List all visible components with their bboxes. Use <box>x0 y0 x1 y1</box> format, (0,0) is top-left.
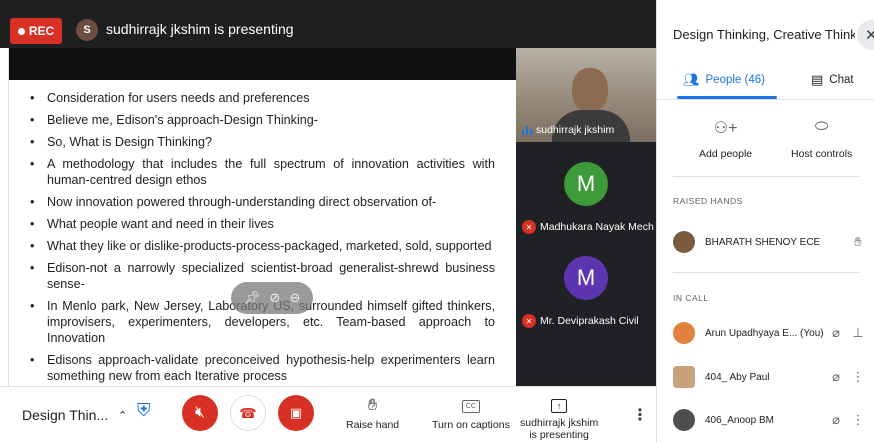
participant-avatar: M <box>564 256 608 300</box>
participant-head <box>572 68 608 112</box>
slide-bullet: Believe me, Edison's approach-Design Thi… <box>27 112 495 128</box>
add-people-button[interactable]: ⚇+ Add people <box>699 118 752 160</box>
presenting-button[interactable]: ↑ sudhirrajk jkshim is presenting <box>520 397 598 441</box>
mic-off-icon: ⌀ <box>832 369 840 384</box>
mic-off-icon: 🔇︎ <box>194 404 206 421</box>
participant-name: 404_ Aby Paul <box>705 371 770 383</box>
close-icon: ✕ <box>865 27 874 44</box>
slide-top-band <box>9 48 516 80</box>
add-people-label: Add people <box>699 148 753 160</box>
pin-icon[interactable]: ⊥ <box>847 325 869 341</box>
host-controls-button[interactable]: ⬭ Host controls <box>791 118 852 160</box>
meeting-name: Design Thin... <box>22 407 109 423</box>
participant-row[interactable]: 404_ Aby Paul ⌀ ⋮ <box>673 364 869 390</box>
presenting-label-line2: is presenting <box>529 429 589 441</box>
participant-row[interactable]: 406_Anoop BM ⌀ ⋮ <box>673 407 869 433</box>
microphone-toggle-button[interactable]: 🔇︎ <box>182 395 218 431</box>
leave-call-button[interactable]: ☎︎ <box>230 395 266 431</box>
participant-name: Arun Upadhyaya E... (You) <box>705 327 824 339</box>
chat-icon: ▤ <box>811 72 824 87</box>
in-call-heading: IN CALL <box>673 293 709 303</box>
captions-icon: CC <box>461 400 480 413</box>
captions-button[interactable]: CC Turn on captions <box>432 397 510 431</box>
tile-hover-controls: 📌︎ ⊘ ⊖ <box>231 282 313 314</box>
remove-icon[interactable]: ⊖ <box>289 290 300 306</box>
raise-hand-button[interactable]: ✋︎ Raise hand <box>346 397 399 431</box>
phone-hangup-icon: ☎︎ <box>239 404 257 421</box>
presenter-avatar: S <box>76 19 98 41</box>
participant-tile-label: ✕ Mr. Deviprakash Civil <box>522 314 639 328</box>
raised-hands-heading: RAISED HANDS <box>673 196 743 206</box>
more-options-icon[interactable]: ⋮ <box>847 369 869 385</box>
tab-chat-label: Chat <box>829 74 854 86</box>
video-tile-label: sudhirrajk jkshim <box>522 124 614 136</box>
shared-slide: Consideration for users needs and prefer… <box>8 48 516 386</box>
participant-tiles: sudhirrajk jkshim M ✕ Madhukara Nayak Me… <box>516 48 656 386</box>
call-controls-bar: Design Thin... ⌃ ⛨ 🔇︎ ☎︎ ▣ ✋︎ Raise hand… <box>0 386 656 443</box>
raise-hand-label: Raise hand <box>346 419 400 431</box>
avatar <box>673 409 695 431</box>
mic-off-icon: ⌀ <box>832 325 840 340</box>
tab-people-label: People (46) <box>705 74 765 86</box>
participant-name: BHARATH SHENOY ECE <box>705 236 821 248</box>
slide-bullet-list: Consideration for users needs and prefer… <box>27 90 495 386</box>
people-panel: Design Thinking, Creative Thinkin... ✕ 👥… <box>656 0 874 443</box>
participant-tile-name: Madhukara Nayak Mech <box>540 221 654 233</box>
presenting-status: sudhirrajk jkshim is presenting <box>106 21 294 37</box>
tab-chat[interactable]: ▤ Chat <box>811 72 854 88</box>
raised-hand-icon[interactable]: ✋︎ <box>847 234 869 250</box>
more-options-icon[interactable]: ⋮ <box>632 405 648 425</box>
people-icon: 👥︎ <box>683 72 700 87</box>
avatar <box>673 322 695 344</box>
add-person-icon: ⚇+ <box>713 120 738 137</box>
slide-bullet: Consideration for users needs and prefer… <box>27 90 495 106</box>
participant-video-tile[interactable]: sudhirrajk jkshim <box>516 48 656 142</box>
avatar <box>673 366 695 388</box>
video-tile-name: sudhirrajk jkshim <box>536 124 615 136</box>
raised-hand-row[interactable]: BHARATH SHENOY ECE ✋︎ <box>673 229 869 255</box>
participant-name: 406_Anoop BM <box>705 414 774 426</box>
chevron-up-icon: ⌃ <box>118 409 128 422</box>
participant-tile-name: Mr. Deviprakash Civil <box>540 315 639 327</box>
speaking-indicator-icon <box>522 125 532 135</box>
participant-tile-label: ✕ Madhukara Nayak Mech <box>522 220 654 234</box>
tab-people[interactable]: 👥︎ People (46) <box>683 72 765 88</box>
present-screen-icon: ↑ <box>551 399 568 413</box>
presenting-label-line1: sudhirrajk jkshim <box>520 417 599 429</box>
pin-icon[interactable]: 📌︎ <box>244 290 261 306</box>
record-dot-icon <box>17 27 25 35</box>
slide-bullet: Edisons approach-validate preconceived h… <box>27 352 495 384</box>
panel-title: Design Thinking, Creative Thinkin... <box>673 27 855 42</box>
more-options-icon[interactable]: ⋮ <box>847 412 869 428</box>
participant-row[interactable]: Arun Upadhyaya E... (You) ⌀ ⊥ <box>673 320 869 346</box>
toggle-icon: ⬭ <box>814 118 829 135</box>
close-panel-button[interactable]: ✕ <box>857 20 874 50</box>
tab-divider <box>657 99 874 100</box>
avatar <box>673 231 695 253</box>
host-controls-label: Host controls <box>791 148 853 160</box>
camera-off-icon: ▣ <box>289 405 303 420</box>
mic-off-icon: ✕ <box>522 314 536 328</box>
slide-bullet: Now innovation powered through-understan… <box>27 194 495 210</box>
meeting-details-button[interactable]: Design Thin... ⌃ <box>22 407 127 423</box>
hand-icon: ✋︎ <box>368 397 378 414</box>
slide-bullet: What they like or dislike-products-proce… <box>27 238 495 254</box>
captions-label: Turn on captions <box>432 419 510 431</box>
slide-bullet: So, What is Design Thinking? <box>27 134 495 150</box>
presentation-top-bar: REC S sudhirrajk jkshim is presenting <box>0 0 656 48</box>
mic-off-icon: ✕ <box>522 220 536 234</box>
slide-bullet: What people want and need in their lives <box>27 216 495 232</box>
participant-avatar: M <box>564 162 608 206</box>
mic-off-icon: ⌀ <box>832 412 840 427</box>
shield-icon[interactable]: ⛨ <box>137 400 159 424</box>
camera-toggle-button[interactable]: ▣ <box>278 395 314 431</box>
section-divider <box>673 176 859 177</box>
mute-icon[interactable]: ⊘ <box>269 290 280 306</box>
recording-badge: REC <box>10 18 62 44</box>
section-divider <box>673 272 859 273</box>
slide-bullet: A methodology that includes the full spe… <box>27 156 495 188</box>
recording-label: REC <box>28 24 55 38</box>
